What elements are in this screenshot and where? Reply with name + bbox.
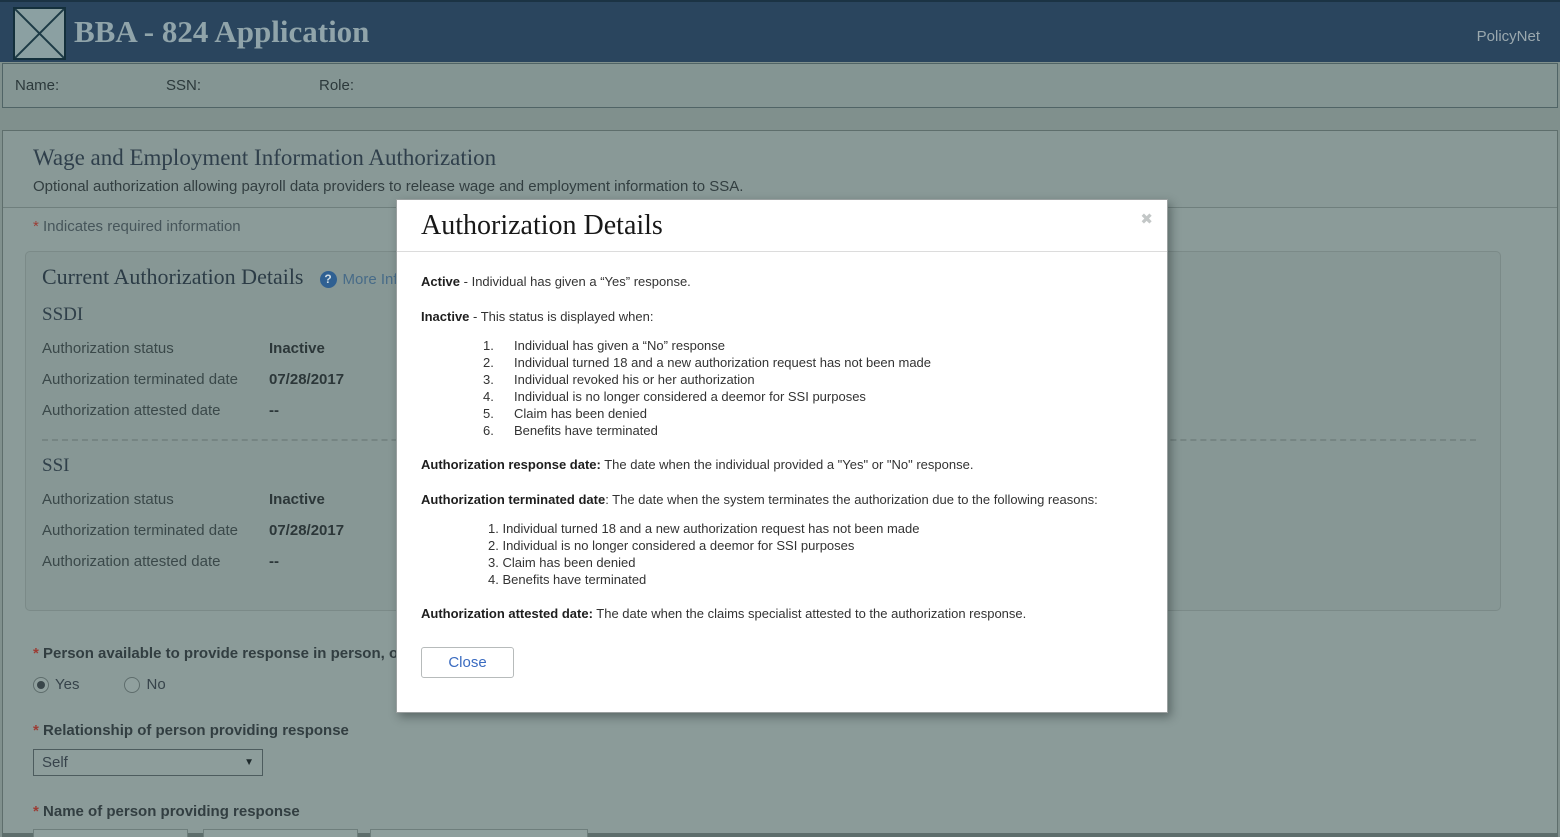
list-item: Benefits have terminated — [502, 572, 647, 587]
list-item: Claim has been denied — [514, 406, 647, 421]
list-item: Claim has been denied — [502, 555, 636, 570]
authorization-details-modal: Authorization Details ✖ Active - Individ… — [396, 199, 1168, 713]
app-window: BBA - 824 Application PolicyNet Name: SS… — [0, 0, 1560, 837]
yes-radio[interactable] — [33, 676, 49, 693]
ssdi-status-value: Inactive — [269, 340, 325, 357]
broken-image-placeholder-icon — [13, 7, 66, 60]
no-radio-label[interactable]: No — [146, 676, 165, 693]
first-name-input[interactable] — [33, 829, 188, 837]
help-icon[interactable]: ? — [319, 270, 337, 288]
chevron-down-icon: ▼ — [244, 757, 254, 768]
user-info-bar: Name: SSN: Role: — [2, 63, 1558, 108]
response-date-definition: Authorization response date: The date wh… — [421, 457, 974, 472]
name-label: Name: — [15, 77, 60, 94]
inactive-reasons-list: Individual has given a “No” response Ind… — [421, 337, 1143, 439]
middle-name-input[interactable] — [203, 829, 358, 837]
policynet-link[interactable]: PolicyNet — [1477, 28, 1540, 45]
active-definition: Active - Individual has given a “Yes” re… — [421, 274, 691, 289]
ssi-attested-value: -- — [269, 553, 279, 570]
page-subtitle: Optional authorization allowing payroll … — [33, 178, 744, 195]
yes-radio-label[interactable]: Yes — [55, 676, 79, 693]
relationship-label: * Relationship of person providing respo… — [33, 722, 349, 739]
list-item: Individual turned 18 and a new authoriza… — [514, 355, 932, 370]
modal-body: Active - Individual has given a “Yes” re… — [397, 252, 1167, 622]
app-title: BBA - 824 Application — [74, 14, 370, 49]
inactive-definition: Inactive - This status is displayed when… — [421, 309, 654, 324]
close-button[interactable]: Close — [421, 647, 514, 678]
list-item: Individual is no longer considered a dee… — [514, 389, 866, 404]
relationship-selected-value: Self — [42, 754, 68, 771]
terminated-reasons-list: Individual turned 18 and a new authoriza… — [421, 520, 1143, 588]
attested-date-definition: Authorization attested date: The date wh… — [421, 606, 1027, 621]
list-item: Individual revoked his or her authorizat… — [514, 372, 755, 387]
ssn-label: SSN: — [166, 77, 202, 94]
last-name-input[interactable] — [370, 829, 588, 837]
page-title-block: Wage and Employment Information Authoriz… — [3, 131, 1557, 208]
list-item: Individual is no longer considered a dee… — [502, 538, 855, 553]
panel-heading: Current Authorization Details — [42, 264, 304, 289]
ssdi-terminated-value: 07/28/2017 — [269, 371, 345, 388]
ssi-terminated-value: 07/28/2017 — [269, 522, 345, 539]
modal-header: Authorization Details ✖ — [397, 200, 1167, 252]
ssi-status-value: Inactive — [269, 491, 325, 508]
modal-title: Authorization Details — [421, 210, 663, 241]
ssdi-attested-value: -- — [269, 402, 279, 419]
relationship-select[interactable]: Self ▼ — [33, 749, 263, 776]
terminated-date-definition: Authorization terminated date: The date … — [421, 492, 1098, 507]
close-icon[interactable]: ✖ — [1140, 210, 1153, 228]
required-asterisk: * — [33, 218, 39, 235]
no-radio[interactable] — [124, 676, 141, 693]
name-of-person-label: * Name of person providing response — [33, 803, 300, 820]
list-item: Benefits have terminated — [514, 423, 658, 438]
page-title: Wage and Employment Information Authoriz… — [33, 145, 497, 170]
list-item: Individual has given a “No” response — [514, 338, 726, 353]
role-label: Role: — [319, 77, 355, 94]
app-header: BBA - 824 Application PolicyNet — [0, 0, 1560, 62]
list-item: Individual turned 18 and a new authoriza… — [502, 521, 920, 536]
